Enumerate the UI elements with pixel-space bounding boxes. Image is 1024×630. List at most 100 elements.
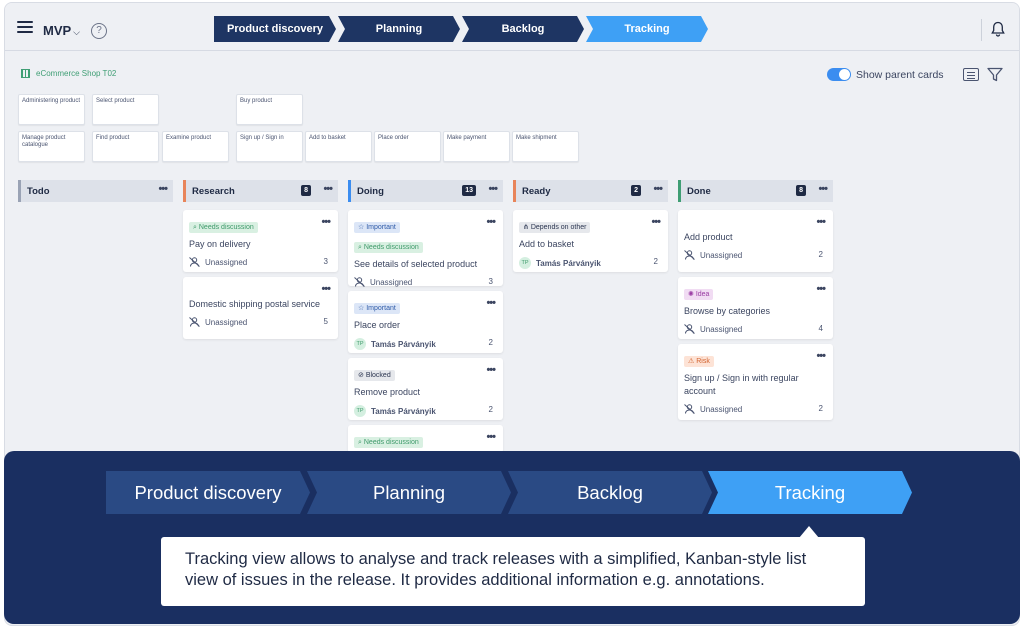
- column-todo: Todo •••: [18, 180, 173, 202]
- step-backlog[interactable]: Backlog: [462, 16, 584, 42]
- story-map-card[interactable]: Make shipment: [512, 131, 579, 162]
- more-icon[interactable]: •••: [321, 283, 331, 295]
- count-badge: 2: [631, 185, 641, 196]
- issue-card[interactable]: ••• ⌕ Needs discussion Pay on delivery U…: [183, 210, 338, 272]
- column-title: Research: [192, 185, 235, 197]
- count-badge: 13: [462, 185, 476, 196]
- column-header[interactable]: Ready 2 •••: [513, 180, 668, 202]
- divider: [981, 19, 982, 41]
- bell-icon[interactable]: [991, 21, 1005, 37]
- more-icon[interactable]: •••: [651, 216, 661, 228]
- help-icon[interactable]: ?: [91, 23, 107, 39]
- list-view-icon[interactable]: [963, 68, 979, 81]
- filter-icon[interactable]: [987, 67, 1003, 82]
- assignee: Tamás Párványik: [371, 406, 436, 416]
- more-icon[interactable]: •••: [818, 183, 828, 195]
- more-icon[interactable]: •••: [486, 216, 496, 228]
- more-icon[interactable]: •••: [653, 183, 663, 195]
- story-map-card[interactable]: Make payment: [443, 131, 510, 162]
- unassigned-icon: [189, 257, 200, 267]
- column-doing: Doing 13 •••: [348, 180, 503, 202]
- step-product-discovery[interactable]: Product discovery: [214, 16, 336, 42]
- story-map-card[interactable]: Administering product: [18, 94, 85, 125]
- issue-card[interactable]: ••• ⚠ Risk Sign up / Sign in with regula…: [678, 344, 833, 420]
- card-title: Remove product: [354, 387, 421, 397]
- callout-step-planning: Planning: [307, 471, 511, 514]
- show-parent-cards-toggle[interactable]: [827, 68, 851, 81]
- card-title: Add to basket: [519, 239, 575, 249]
- card-meta: TP Tamás Párványik 2: [354, 405, 497, 417]
- card-title: Place order: [354, 320, 401, 330]
- tag-idea: ✺ Idea: [684, 289, 714, 300]
- more-icon[interactable]: •••: [816, 283, 826, 295]
- issue-card[interactable]: ••• Add product Unassigned 2: [678, 210, 833, 272]
- column-title: Doing: [357, 185, 384, 197]
- menu-icon[interactable]: [17, 21, 33, 33]
- view-stepper: Product discovery Planning Backlog Track…: [214, 16, 710, 42]
- story-map-card[interactable]: Sign up / Sign in: [236, 131, 303, 162]
- assignee: Unassigned: [205, 257, 248, 267]
- assignee: Unassigned: [700, 404, 743, 414]
- issue-card[interactable]: ••• ☆ Important Place order TP Tamás Párv…: [348, 291, 503, 353]
- story-points: 3: [488, 277, 493, 286]
- avatar: TP: [354, 405, 366, 417]
- story-points: 2: [818, 250, 823, 259]
- tag-needs-discussion: ⌕ Needs discussion: [189, 222, 258, 233]
- column-done: Done 8 •••: [678, 180, 833, 202]
- issue-card[interactable]: ••• Domestic shipping postal service Una…: [183, 277, 338, 339]
- board-icon: [21, 69, 30, 78]
- story-map-card[interactable]: Find product: [92, 131, 159, 162]
- story-map-card[interactable]: Select product: [92, 94, 159, 125]
- card-title: Add product: [684, 232, 733, 242]
- card-meta: Unassigned 4: [684, 324, 827, 334]
- issue-card[interactable]: ••• ⋔ Depends on other Add to basket TP T…: [513, 210, 668, 272]
- more-icon[interactable]: •••: [158, 183, 168, 195]
- callout-step-tracking: Tracking: [708, 471, 912, 514]
- board-name-label: eCommerce Shop T02: [36, 69, 117, 78]
- column-title: Ready: [522, 185, 551, 197]
- story-points: 5: [323, 317, 328, 326]
- story-map-card[interactable]: Manage product catalogue: [18, 131, 85, 162]
- story-map-card[interactable]: Examine product: [162, 131, 229, 162]
- issue-card[interactable]: ••• ☆ Important ⌕ Needs discussion See d…: [348, 210, 503, 287]
- tag-needs-discussion: ⌕ Needs discussion: [354, 242, 423, 253]
- card-title: Pay on delivery: [189, 239, 251, 249]
- issue-card[interactable]: ••• ⌕ Needs discussion: [348, 425, 503, 453]
- unassigned-icon: [684, 404, 695, 414]
- card-meta: Unassigned 2: [684, 250, 827, 260]
- column-research: Research 8 •••: [183, 180, 338, 202]
- story-points: 2: [488, 338, 493, 347]
- story-points: 2: [488, 405, 493, 414]
- more-icon[interactable]: •••: [486, 431, 496, 443]
- tag-important: ☆ Important: [354, 303, 400, 314]
- more-icon[interactable]: •••: [323, 183, 333, 195]
- callout-step-product-discovery: Product discovery: [106, 471, 310, 514]
- story-map-card[interactable]: Add to basket: [305, 131, 372, 162]
- board-name[interactable]: eCommerce Shop T02: [21, 69, 116, 78]
- column-header[interactable]: Todo •••: [18, 180, 173, 202]
- more-icon[interactable]: •••: [488, 183, 498, 195]
- column-header[interactable]: Research 8 •••: [183, 180, 338, 202]
- issue-card[interactable]: ••• ⊘ Blocked Remove product TP Tamás Pár…: [348, 358, 503, 420]
- tag-blocked: ⊘ Blocked: [354, 370, 395, 381]
- card-meta: Unassigned 5: [189, 317, 332, 327]
- column-header[interactable]: Done 8 •••: [678, 180, 833, 202]
- story-points: 2: [653, 257, 658, 266]
- step-tracking[interactable]: Tracking: [586, 16, 708, 42]
- avatar: TP: [354, 338, 366, 350]
- column-header[interactable]: Doing 13 •••: [348, 180, 503, 202]
- unassigned-icon: [684, 324, 695, 334]
- story-map-card[interactable]: Place order: [374, 131, 441, 162]
- tag-important: ☆ Important: [354, 222, 400, 233]
- card-title: Browse by categories: [684, 306, 771, 316]
- more-icon[interactable]: •••: [816, 350, 826, 362]
- more-icon[interactable]: •••: [816, 216, 826, 228]
- story-map-card[interactable]: Buy product: [236, 94, 303, 125]
- more-icon[interactable]: •••: [486, 364, 496, 376]
- project-selector[interactable]: MVP ⌵: [43, 23, 80, 38]
- more-icon[interactable]: •••: [486, 297, 496, 309]
- assignee: Unassigned: [370, 277, 413, 287]
- more-icon[interactable]: •••: [321, 216, 331, 228]
- issue-card[interactable]: ••• ✺ Idea Browse by categories Unassign…: [678, 277, 833, 339]
- step-planning[interactable]: Planning: [338, 16, 460, 42]
